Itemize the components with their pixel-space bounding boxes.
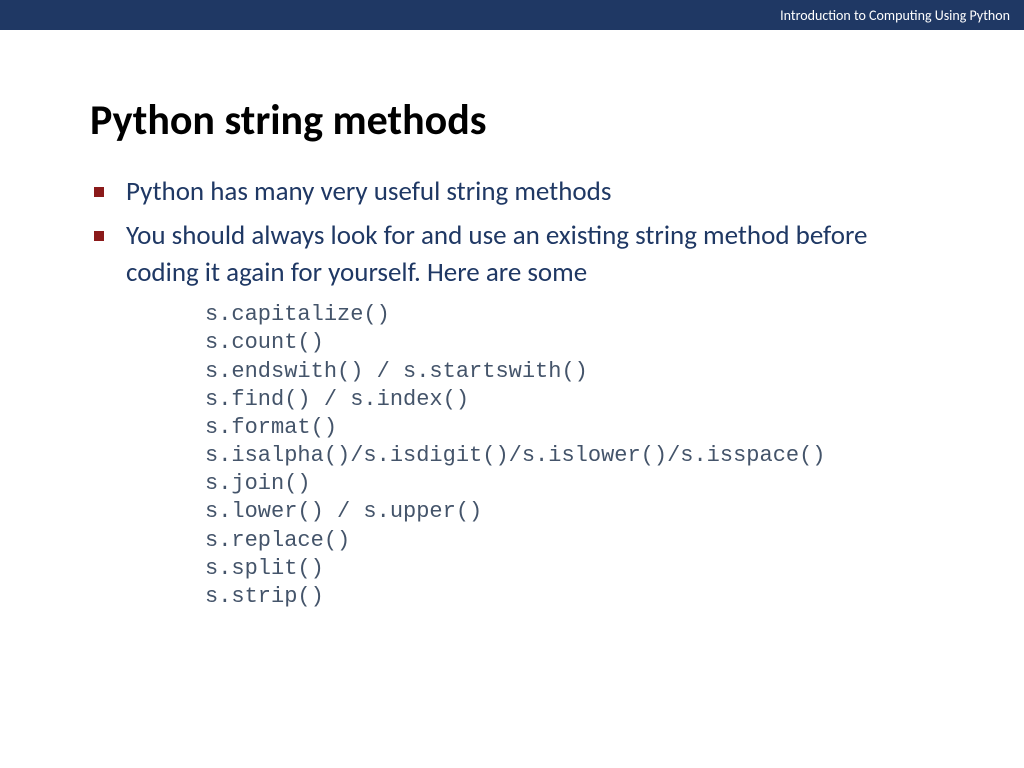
code-line: s.find() / s.index() bbox=[205, 387, 469, 412]
slide-content: Python string methods Python has many ve… bbox=[0, 30, 1024, 611]
code-line: s.capitalize() bbox=[205, 302, 390, 327]
bullet-item: You should always look for and use an ex… bbox=[90, 218, 934, 291]
code-block: s.capitalize() s.count() s.endswith() / … bbox=[205, 301, 934, 611]
course-title: Introduction to Computing Using Python bbox=[780, 7, 1010, 24]
code-line: s.isalpha()/s.isdigit()/s.islower()/s.is… bbox=[205, 443, 826, 468]
code-line: s.count() bbox=[205, 330, 324, 355]
code-line: s.split() bbox=[205, 556, 324, 581]
code-line: s.lower() / s.upper() bbox=[205, 499, 482, 524]
code-line: s.endswith() / s.startswith() bbox=[205, 359, 588, 384]
header-bar: Introduction to Computing Using Python bbox=[0, 0, 1024, 30]
code-line: s.join() bbox=[205, 471, 311, 496]
code-line: s.replace() bbox=[205, 528, 350, 553]
bullet-item: Python has many very useful string metho… bbox=[90, 174, 934, 210]
slide-title: Python string methods bbox=[90, 95, 934, 146]
code-line: s.strip() bbox=[205, 584, 324, 609]
bullet-list: Python has many very useful string metho… bbox=[90, 174, 934, 291]
code-line: s.format() bbox=[205, 415, 337, 440]
